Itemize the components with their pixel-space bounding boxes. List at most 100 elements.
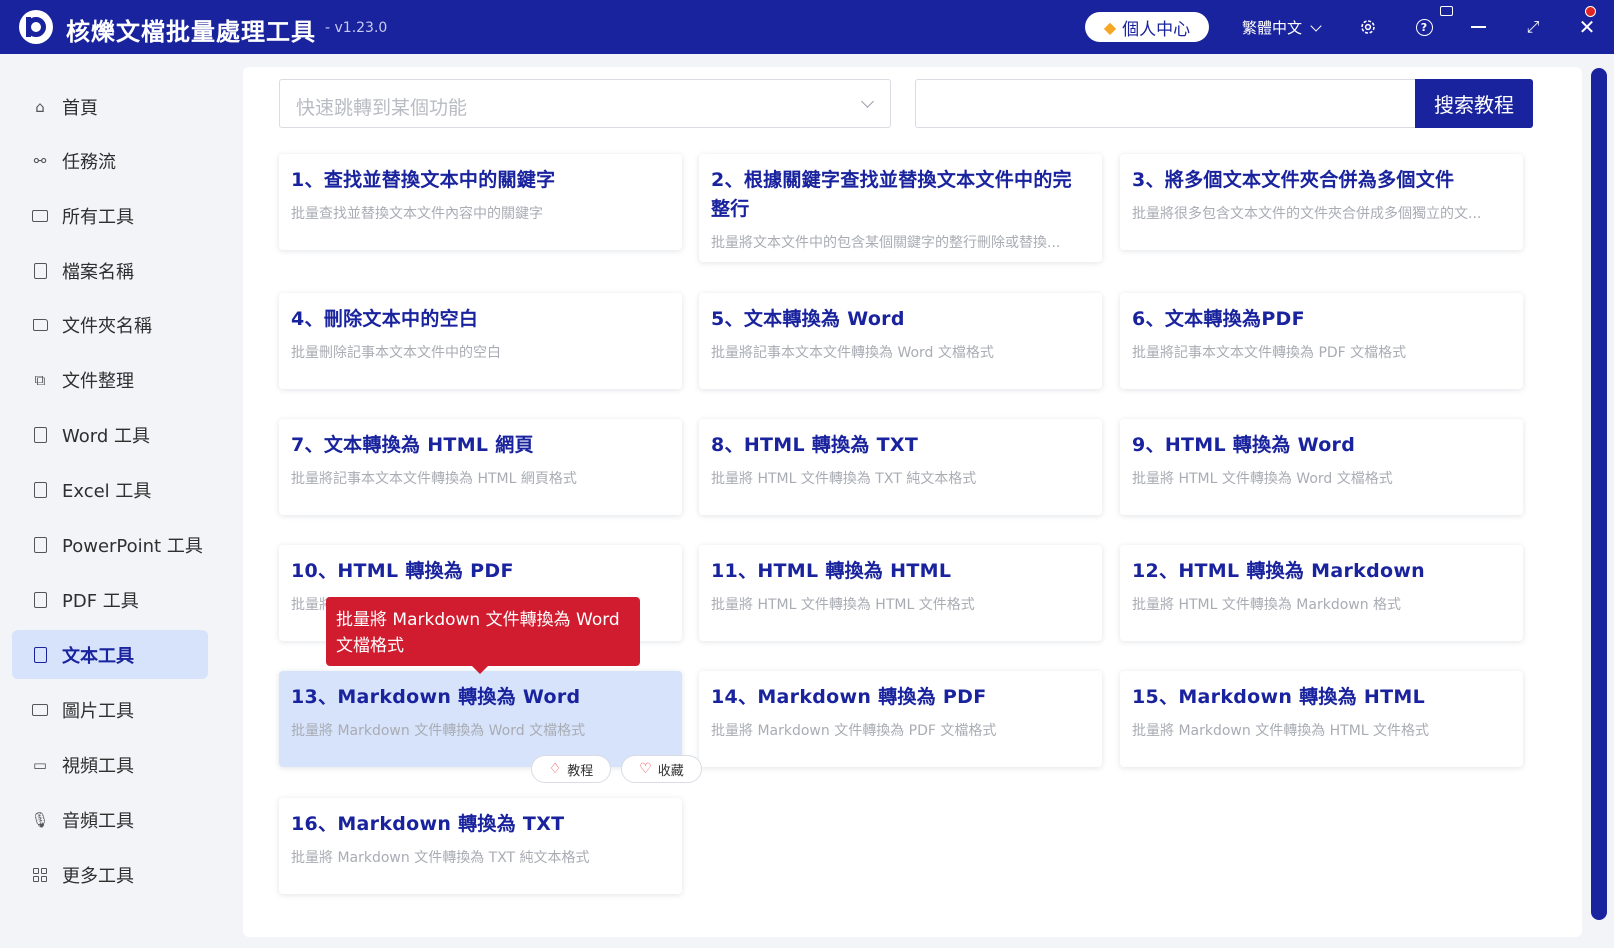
tool-card-title: 7、文本轉換為 HTML 網頁 <box>291 434 534 456</box>
sidebar-item-powerpoint-tools[interactable]: PowerPoint 工具 <box>12 520 208 569</box>
tutorial-label: 教程 <box>567 763 594 779</box>
sidebar-item-video-tools[interactable]: ▭ 視頻工具 <box>12 740 208 789</box>
language-label: 繁體中文 <box>1242 19 1303 37</box>
tool-card-title: 11、HTML 轉換為 HTML <box>711 560 952 582</box>
tool-card-description: 批量將 Markdown 文件轉換為 TXT 純文本格式 <box>291 850 590 866</box>
tutorial-search-input[interactable] <box>915 79 1415 128</box>
tool-card-title: 16、Markdown 轉換為 TXT <box>291 813 565 835</box>
image-icon <box>32 702 48 718</box>
excel-doc-icon <box>32 481 48 498</box>
file-copy-icon <box>32 262 48 279</box>
tool-card-description: 批量將記事本文本文件轉換為 Word 文檔格式 <box>711 345 994 361</box>
tool-card[interactable]: 7、文本轉換為 HTML 網頁 批量將記事本文本文件轉換為 HTML 網頁格式 <box>279 419 682 515</box>
tool-card[interactable]: 5、文本轉換為 Word 批量將記事本文本文件轉換為 Word 文檔格式 <box>699 293 1102 389</box>
tool-card[interactable]: 9、HTML 轉換為 Word 批量將 HTML 文件轉換為 Word 文檔格式 <box>1120 419 1523 515</box>
sidebar-item-label: 檔案名稱 <box>62 261 134 283</box>
app-version: - v1.23.0 <box>325 20 388 36</box>
title-bar: 核爍文檔批量處理工具 - v1.23.0 ◆ 個人中心 繁體中文 ? ⤢ ✕ <box>0 0 1614 54</box>
tool-card-description: 批量將 HTML 文件轉換為 TXT 純文本格式 <box>711 471 977 487</box>
settings-gear-icon[interactable] <box>1356 15 1380 39</box>
grid-icon <box>32 867 48 883</box>
tool-card-description: 批量將 Markdown 文件轉換為 Word 文檔格式 <box>291 723 586 739</box>
sidebar-item-label: 視頻工具 <box>62 755 134 777</box>
sidebar-item-label: 文件整理 <box>62 370 134 392</box>
tool-card[interactable]: 1、查找並替換文本中的關鍵字 批量查找並替換文本文件內容中的關鍵字 <box>279 154 682 250</box>
sidebar-item-label: 所有工具 <box>62 206 134 228</box>
tooltip-text: 批量將 Markdown 文件轉換為 Word 文檔格式 <box>336 610 620 656</box>
tool-card-description: 批量刪除記事本文本文件中的空白 <box>291 345 501 361</box>
tool-card-description: 批量查找並替換文本文件內容中的關鍵字 <box>291 206 543 222</box>
tool-card[interactable]: 11、HTML 轉換為 HTML 批量將 HTML 文件轉換為 HTML 文件格… <box>699 545 1102 641</box>
sidebar-item-excel-tools[interactable]: Excel 工具 <box>12 465 208 514</box>
tool-card[interactable]: 6、文本轉換為PDF 批量將記事本文本文件轉換為 PDF 文檔格式 <box>1120 293 1523 389</box>
sidebar-item-audio-tools[interactable]: 🎙 音頻工具 <box>12 795 208 844</box>
sidebar-item-label: 更多工具 <box>62 865 134 887</box>
personal-center-button[interactable]: ◆ 個人中心 <box>1085 12 1209 42</box>
sidebar-item-label: 首頁 <box>62 97 98 119</box>
text-doc-icon <box>32 646 48 663</box>
sidebar-item-word-tools[interactable]: Word 工具 <box>12 410 208 459</box>
tool-card-description: 批量將 HTML 文件轉換為 Word 文檔格式 <box>1132 471 1393 487</box>
sidebar-item-label: 任務流 <box>62 151 116 173</box>
vertical-scrollbar[interactable] <box>1591 68 1607 920</box>
tool-card-title: 15、Markdown 轉換為 HTML <box>1132 686 1426 708</box>
tool-card-title: 3、將多個文本文件夾合併為多個文件 <box>1132 169 1455 191</box>
sidebar-item-more-tools[interactable]: 更多工具 <box>12 850 208 899</box>
tool-card[interactable]: 3、將多個文本文件夾合併為多個文件 批量將很多包含文本文件的文件夾合併成多個獨立… <box>1120 154 1523 250</box>
sidebar-item-text-tools[interactable]: 文本工具 <box>12 630 208 679</box>
chevron-down-icon <box>861 95 874 108</box>
sidebar-item-file-name[interactable]: 檔案名稱 <box>12 246 208 295</box>
sidebar-item-home[interactable]: ⌂ 首頁 <box>12 82 208 131</box>
tool-card[interactable]: 4、刪除文本中的空白 批量刪除記事本文本文件中的空白 <box>279 293 682 389</box>
sidebar-item-pdf-tools[interactable]: PDF 工具 <box>12 575 208 624</box>
sidebar-item-label: 圖片工具 <box>62 700 134 722</box>
tool-card-description: 批量將記事本文本文件轉換為 HTML 網頁格式 <box>291 471 577 487</box>
tool-card[interactable]: 15、Markdown 轉換為 HTML 批量將 Markdown 文件轉換為 … <box>1120 671 1523 767</box>
tool-card-description: 批量將 HTML 文件轉換為 Markdown 格式 <box>1132 597 1402 613</box>
message-icon[interactable] <box>1440 6 1453 16</box>
tool-card[interactable]: 2、根據關鍵字查找並替換文本文件中的完整行 批量將文本文件中的包含某個關鍵字的整… <box>699 154 1102 262</box>
tool-card-hovered[interactable]: 13、Markdown 轉換為 Word 批量將 Markdown 文件轉換為 … <box>279 671 682 767</box>
sidebar-item-image-tools[interactable]: 圖片工具 <box>12 685 208 734</box>
sidebar-item-file-organize[interactable]: ⧉ 文件整理 <box>12 355 208 404</box>
minimize-icon[interactable] <box>1466 15 1490 39</box>
tool-card-title: 9、HTML 轉換為 Word <box>1132 434 1356 456</box>
sidebar-item-workflow[interactable]: ⚯ 任務流 <box>12 136 208 185</box>
tool-card[interactable]: 12、HTML 轉換為 Markdown 批量將 HTML 文件轉換為 Mark… <box>1120 545 1523 641</box>
monitor-icon <box>32 208 48 224</box>
tool-card[interactable]: 16、Markdown 轉換為 TXT 批量將 Markdown 文件轉換為 T… <box>279 798 682 894</box>
close-icon[interactable]: ✕ <box>1575 15 1599 39</box>
sidebar-item-label: PDF 工具 <box>62 590 139 612</box>
sidebar: ⌂ 首頁 ⚯ 任務流 所有工具 檔案名稱 文件夾名稱 ⧉ 文件整理 Word 工… <box>0 54 232 948</box>
tool-card-title: 10、HTML 轉換為 PDF <box>291 560 514 582</box>
tool-card-description: 批量將文本文件中的包含某個關鍵字的整行刪除或替換... <box>711 235 1061 251</box>
sidebar-item-label: 音頻工具 <box>62 810 134 832</box>
tool-card-description: 批量將 Markdown 文件轉換為 HTML 文件格式 <box>1132 723 1430 739</box>
tool-card-title: 5、文本轉換為 Word <box>711 308 905 330</box>
quick-jump-select[interactable]: 快速跳轉到某個功能 <box>279 79 891 128</box>
tool-card-title: 6、文本轉換為PDF <box>1132 308 1305 330</box>
organize-icon: ⧉ <box>34 370 46 389</box>
sidebar-item-folder-name[interactable]: 文件夾名稱 <box>12 300 208 349</box>
favorite-label: 收藏 <box>657 763 684 779</box>
tool-card-title: 12、HTML 轉換為 Markdown <box>1132 560 1426 582</box>
chevron-down-icon <box>1310 19 1322 32</box>
folder-icon <box>32 317 48 333</box>
tutorial-button[interactable]: ♢ 教程 <box>531 755 611 783</box>
sidebar-item-label: 文件夾名稱 <box>62 315 152 337</box>
microphone-icon: 🎙 <box>30 810 50 829</box>
tool-card-title: 1、查找並替換文本中的關鍵字 <box>291 169 556 191</box>
tool-card-description: 批量將 Markdown 文件轉換為 PDF 文檔格式 <box>711 723 997 739</box>
search-tutorial-button[interactable]: 搜索教程 <box>1415 79 1533 128</box>
help-icon[interactable]: ? <box>1412 15 1436 39</box>
language-selector[interactable]: 繁體中文 <box>1242 17 1322 38</box>
maximize-icon[interactable]: ⤢ <box>1521 15 1545 39</box>
workflow-icon: ⚯ <box>33 151 47 170</box>
tool-card[interactable]: 14、Markdown 轉換為 PDF 批量將 Markdown 文件轉換為 P… <box>699 671 1102 767</box>
tool-card-description: 批量將很多包含文本文件的文件夾合併成多個獨立的文... <box>1132 206 1482 222</box>
tool-card-title: 14、Markdown 轉換為 PDF <box>711 686 987 708</box>
notification-dot <box>1585 6 1596 17</box>
favorite-button[interactable]: ♡ 收藏 <box>621 755 702 783</box>
sidebar-item-all-tools[interactable]: 所有工具 <box>12 191 208 240</box>
tool-card[interactable]: 8、HTML 轉換為 TXT 批量將 HTML 文件轉換為 TXT 純文本格式 <box>699 419 1102 515</box>
